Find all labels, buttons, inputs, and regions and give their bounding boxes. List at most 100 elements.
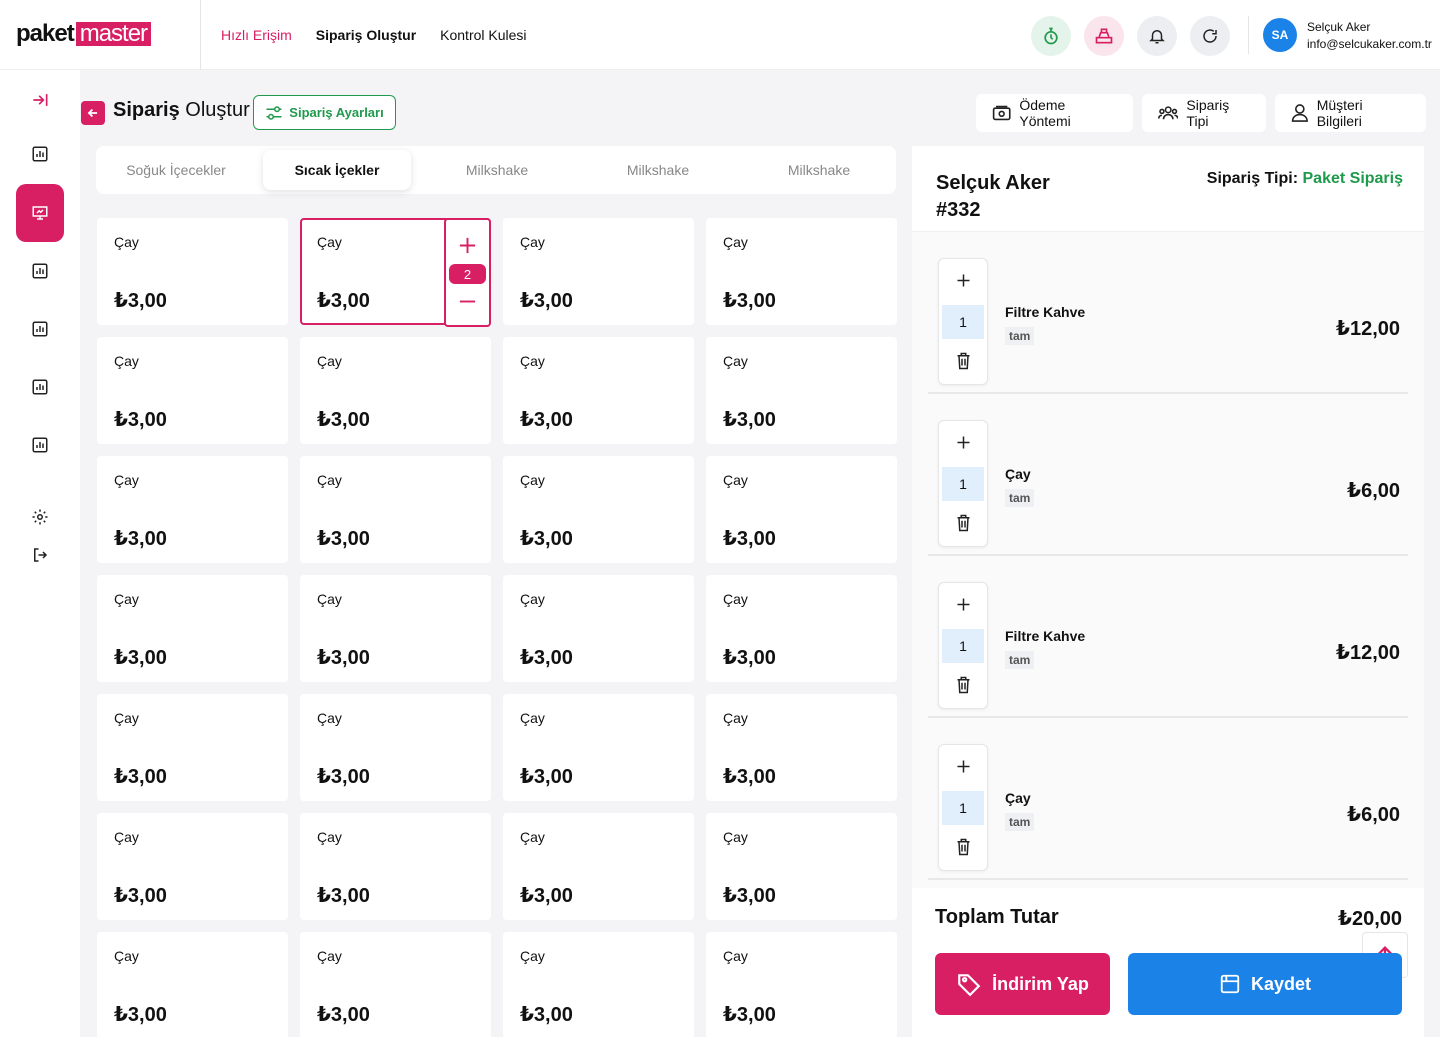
tab-milkshake-1[interactable]: Milkshake [423,150,571,190]
chart-icon [32,146,48,162]
save-icon [1220,974,1240,994]
back-button[interactable] [81,101,105,125]
user-menu[interactable]: SA Selçuk Aker info@selcukaker.com.tr [1248,16,1432,54]
product-name: Çay [317,710,342,726]
order-type-value: Paket Sipariş [1302,170,1404,187]
logo[interactable]: paket master [16,20,152,47]
sidebar-item-dashboard[interactable] [16,130,64,178]
nav-quick-access[interactable]: Hızlı Erişim [221,27,292,43]
product-card[interactable]: Çay ₺3,00 [503,932,694,1037]
save-button[interactable]: Kaydet [1128,953,1402,1015]
product-card[interactable]: Çay ₺3,00 [706,575,897,682]
product-card[interactable]: Çay ₺3,00 [300,813,491,920]
product-card[interactable]: Çay ₺3,00 2 [300,218,491,327]
tab-hot-drinks[interactable]: Sıcak İçekler [263,150,411,190]
product-card[interactable]: Çay ₺3,00 [300,932,491,1037]
product-card[interactable]: Çay ₺3,00 [503,218,694,325]
expand-icon [33,94,48,106]
page-title-rest: Oluştur [179,99,250,121]
notifications-button[interactable] [1137,16,1177,56]
product-name: Çay [723,710,748,726]
product-card[interactable]: Çay ₺3,00 [300,694,491,801]
user-icon [1291,104,1308,122]
sidebar-expand[interactable] [16,76,64,124]
product-card[interactable]: Çay ₺3,00 [300,575,491,682]
product-card[interactable]: Çay ₺3,00 [503,456,694,563]
product-card[interactable]: Çay ₺3,00 [706,813,897,920]
product-card[interactable]: Çay ₺3,00 [706,337,897,444]
product-price: ₺3,00 [317,528,370,550]
tab-milkshake-2[interactable]: Milkshake [584,150,732,190]
product-card[interactable]: Çay ₺3,00 [706,694,897,801]
product-card[interactable]: Çay ₺3,00 [97,694,288,801]
product-card[interactable]: Çay ₺3,00 [503,575,694,682]
sidebar [0,70,80,1037]
product-card[interactable]: Çay ₺3,00 [503,694,694,801]
product-card[interactable]: Çay ₺3,00 [97,218,288,325]
product-card[interactable]: Çay ₺3,00 [300,337,491,444]
sidebar-item-orders[interactable] [16,184,64,242]
product-name: Çay [114,710,139,726]
product-name: Çay [723,234,748,250]
refresh-button[interactable] [1190,16,1230,56]
product-card[interactable]: Çay ₺3,00 [97,456,288,563]
product-card[interactable]: Çay ₺3,00 [300,456,491,563]
tab-cold-drinks[interactable]: Soğuk İçecekler [102,150,250,190]
product-price: ₺3,00 [723,528,776,550]
trash-icon[interactable] [956,514,971,532]
product-card[interactable]: Çay ₺3,00 [503,813,694,920]
product-card[interactable]: Çay ₺3,00 [706,932,897,1037]
sliders-icon [266,105,282,120]
plus-icon[interactable] [956,273,971,288]
nav-control-tower[interactable]: Kontrol Kulesi [440,27,526,43]
chart-icon [32,263,48,279]
trash-icon[interactable] [956,352,971,370]
plus-icon[interactable] [458,236,477,255]
product-card[interactable]: Çay ₺3,00 [97,337,288,444]
order-type-button[interactable]: Sipariş Tipi [1142,94,1266,132]
sidebar-item-reports-4[interactable] [16,421,64,469]
product-price: ₺3,00 [317,766,370,788]
plus-icon[interactable] [956,597,971,612]
product-name: Çay [114,472,139,488]
product-card[interactable]: Çay ₺3,00 [97,813,288,920]
product-price: ₺3,00 [114,290,167,312]
product-price: ₺3,00 [317,885,370,907]
trash-icon[interactable] [956,838,971,856]
cart-item-price: ₺12,00 [1336,642,1400,664]
product-card[interactable]: Çay ₺3,00 [503,337,694,444]
order-settings-button[interactable]: Sipariş Ayarları [253,95,396,130]
product-card[interactable]: Çay ₺3,00 [706,456,897,563]
product-card[interactable]: Çay ₺3,00 [97,575,288,682]
sidebar-item-logout[interactable] [16,531,64,579]
chart-icon [32,321,48,337]
cart-line-item: 1 Çay tam ₺6,00 [928,394,1408,556]
customer-info-button[interactable]: Müşteri Bilgileri [1275,94,1426,132]
minus-icon[interactable] [458,292,477,311]
total-value: ₺20,00 [1338,908,1402,930]
wallet-icon [992,105,1011,121]
cash-register-button[interactable] [1084,16,1124,56]
product-name: Çay [317,353,342,369]
customer-name: Selçuk Aker [936,172,1050,194]
sidebar-item-reports-2[interactable] [16,305,64,353]
payment-method-button[interactable]: Ödeme Yöntemi [976,94,1133,132]
nav-create-order[interactable]: Sipariş Oluştur [316,27,416,43]
trash-icon[interactable] [956,676,971,694]
product-card[interactable]: Çay ₺3,00 [706,218,897,325]
product-name: Çay [520,710,545,726]
sidebar-item-reports-3[interactable] [16,363,64,411]
cart-item-price: ₺6,00 [1347,480,1400,502]
cart-qty-stepper: 1 [938,420,988,547]
product-name: Çay [317,234,342,250]
user-email: info@selcukaker.com.tr [1307,36,1432,51]
product-card[interactable]: Çay ₺3,00 [97,932,288,1037]
discount-button[interactable]: İndirim Yap [935,953,1110,1015]
sidebar-item-reports-1[interactable] [16,247,64,295]
tab-milkshake-3[interactable]: Milkshake [745,150,893,190]
cart-line-item: 1 Çay tam ₺6,00 [928,718,1408,880]
timer-button[interactable] [1031,16,1071,56]
plus-icon[interactable] [956,435,971,450]
logout-icon [34,548,48,562]
plus-icon[interactable] [956,759,971,774]
